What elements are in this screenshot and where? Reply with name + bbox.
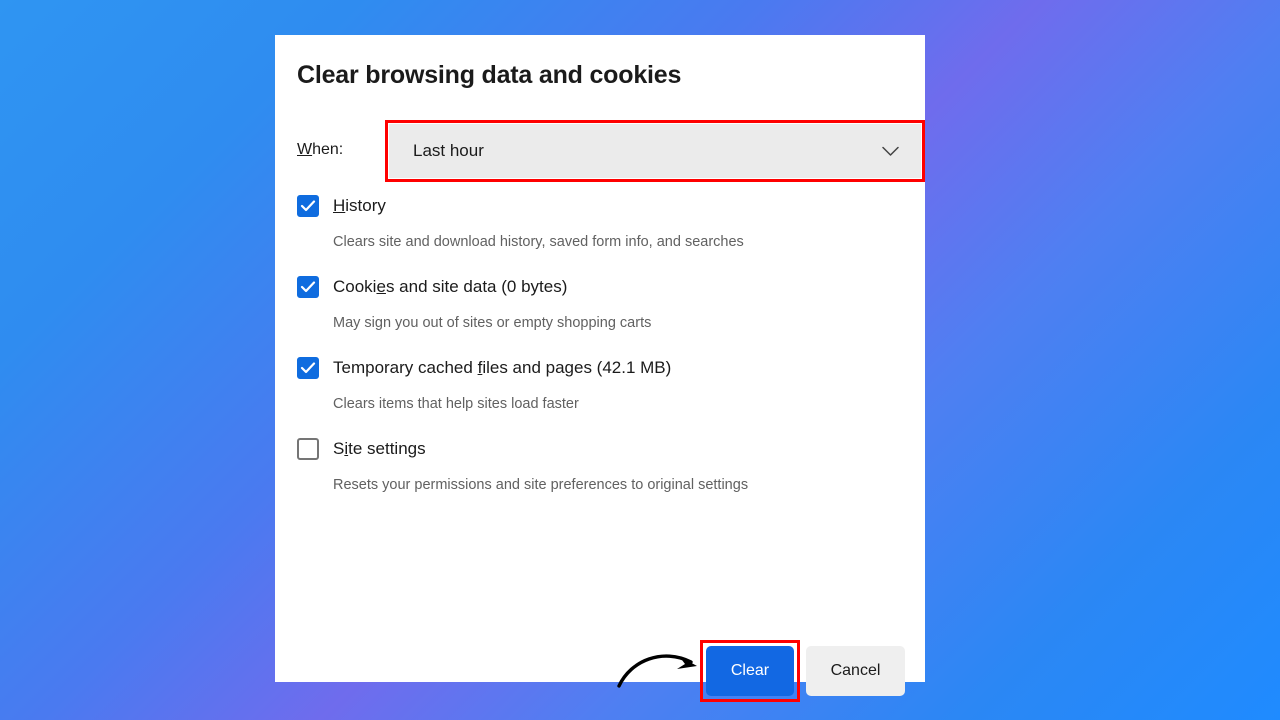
checkbox-site-settings[interactable] <box>297 438 319 460</box>
label-rest: iles and pages (42.1 MB) <box>482 358 672 377</box>
dialog-title: Clear browsing data and cookies <box>297 61 682 89</box>
checkbox-row-site-settings[interactable]: Site settings <box>297 436 905 462</box>
label-accelerator: e <box>376 277 386 296</box>
label-prefix: S <box>333 439 345 458</box>
option-cookies: Cookies and site data (0 bytes) May sign… <box>297 274 905 331</box>
checkbox-row-cached-files[interactable]: Temporary cached files and pages (42.1 M… <box>297 355 905 381</box>
label-rest: istory <box>345 196 386 215</box>
label-prefix: Cooki <box>333 277 377 296</box>
option-history: History Clears site and download history… <box>297 193 905 250</box>
clear-browsing-data-dialog: Clear browsing data and cookies When: La… <box>275 35 925 702</box>
cancel-button[interactable]: Cancel <box>806 646 905 696</box>
label-rest: s and site data (0 bytes) <box>385 277 568 296</box>
chevron-down-icon <box>881 142 899 160</box>
when-row: When: Last hour <box>297 120 925 182</box>
checkbox-row-cookies[interactable]: Cookies and site data (0 bytes) <box>297 274 905 300</box>
option-description-cached-files: Clears items that help sites load faster <box>333 396 579 412</box>
when-label-accelerator: W <box>297 141 313 158</box>
option-cached-files: Temporary cached files and pages (42.1 M… <box>297 355 905 412</box>
dialog-footer: Clear Cancel <box>275 600 925 702</box>
checkbox-cookies[interactable] <box>297 276 319 298</box>
label-accelerator: H <box>333 196 346 215</box>
option-label-history: History <box>333 196 386 216</box>
time-range-dropdown[interactable]: Last hour <box>389 124 921 178</box>
time-range-value: Last hour <box>413 141 484 160</box>
option-site-settings: Site settings Resets your permissions an… <box>297 436 905 493</box>
when-label-rest: hen: <box>312 141 344 158</box>
label-prefix: Temporary cached <box>333 358 478 377</box>
options-list: History Clears site and download history… <box>297 193 905 517</box>
option-label-cached-files: Temporary cached files and pages (42.1 M… <box>333 358 671 378</box>
checkbox-history[interactable] <box>297 195 319 217</box>
checkbox-row-history[interactable]: History <box>297 193 905 219</box>
option-description-cookies: May sign you out of sites or empty shopp… <box>333 315 652 331</box>
curved-arrow-icon <box>617 654 697 688</box>
label-rest: te settings <box>348 439 426 458</box>
clear-button[interactable]: Clear <box>706 646 794 696</box>
when-label: When: <box>297 141 343 159</box>
option-label-site-settings: Site settings <box>333 439 426 459</box>
option-description-history: Clears site and download history, saved … <box>333 234 744 250</box>
checkbox-cached-files[interactable] <box>297 357 319 379</box>
option-description-site-settings: Resets your permissions and site prefere… <box>333 477 749 493</box>
option-label-cookies: Cookies and site data (0 bytes) <box>333 277 567 297</box>
